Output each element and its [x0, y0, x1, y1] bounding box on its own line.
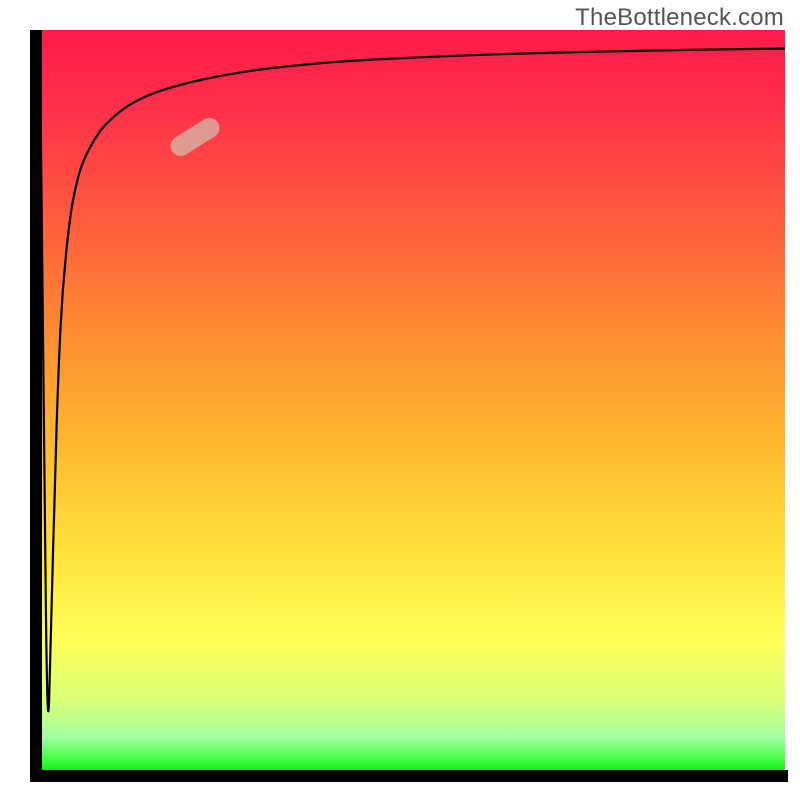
watermark-text: TheBottleneck.com — [575, 4, 784, 32]
chart-curve — [40, 30, 785, 775]
chart-plot-area — [40, 30, 785, 775]
